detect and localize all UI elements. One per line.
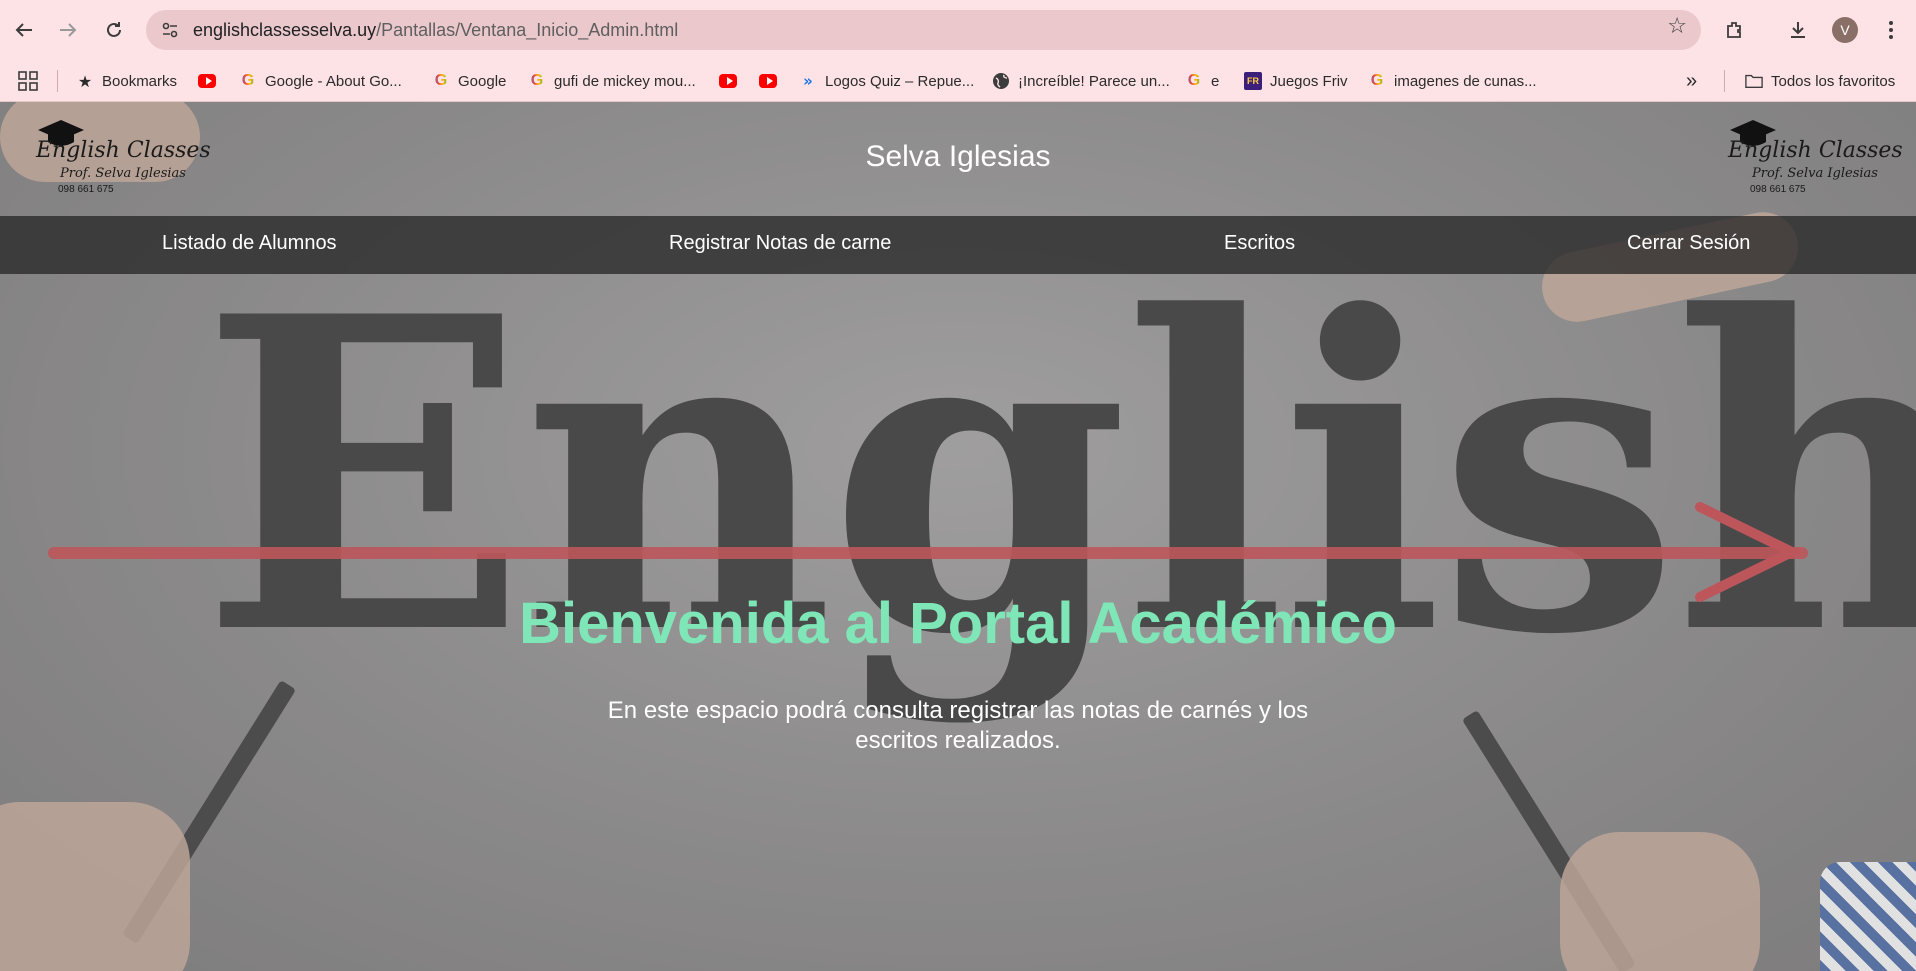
- bookmark-google[interactable]: G Google: [432, 68, 507, 94]
- menu-kebab-icon[interactable]: [1873, 12, 1909, 48]
- bookmark-youtube-2[interactable]: [719, 68, 737, 94]
- reload-icon[interactable]: [96, 12, 132, 48]
- bookmark-label: Juegos Friv: [1270, 72, 1348, 90]
- page-viewport: English English Classes Prof. Selva Igle…: [0, 102, 1916, 971]
- welcome-title: Bienvenida al Portal Académico: [519, 591, 1397, 656]
- site-title: Selva Iglesias: [865, 140, 1051, 173]
- browser-toolbar: englishclassesselva.uy/Pantallas/Ventana…: [0, 0, 1916, 60]
- more-bookmarks-icon[interactable]: »: [1686, 68, 1697, 94]
- nav-registrar-notas[interactable]: Registrar Notas de carne: [669, 232, 891, 255]
- bookmark-label: imagenes de cunas...: [1394, 72, 1537, 90]
- logo-phone: 098 661 675: [1750, 184, 1806, 195]
- youtube-icon: [759, 72, 777, 90]
- bookmark-juegos-friv[interactable]: FR Juegos Friv: [1244, 68, 1348, 94]
- forward-icon[interactable]: [50, 12, 86, 48]
- url-text[interactable]: englishclassesselva.uy/Pantallas/Ventana…: [193, 20, 678, 41]
- bookmark-bookmarks[interactable]: ★ Bookmarks: [76, 68, 177, 94]
- bookmark-increible[interactable]: ¡Increíble! Parece un...: [992, 68, 1170, 94]
- bookmark-gufi[interactable]: G gufi de mickey mou...: [528, 68, 696, 94]
- friv-icon: FR: [1244, 72, 1262, 90]
- google-icon: G: [1368, 72, 1386, 90]
- nav-listado-alumnos[interactable]: Listado de Alumnos: [162, 232, 337, 255]
- chevrons-icon: »: [803, 72, 813, 90]
- folder-icon: [1745, 72, 1763, 90]
- logo-line1: English Classes: [1728, 138, 1903, 163]
- nav-cerrar-sesion[interactable]: Cerrar Sesión: [1627, 232, 1750, 255]
- logo-right[interactable]: English Classes Prof. Selva Iglesias 098…: [1722, 118, 1903, 208]
- bookmarks-separator: [57, 70, 58, 92]
- bookmark-label: gufi de mickey mou...: [554, 72, 696, 90]
- star-icon: ★: [77, 71, 93, 91]
- google-icon: G: [528, 72, 546, 90]
- google-icon: G: [1185, 72, 1203, 90]
- bookmark-label: Bookmarks: [102, 72, 178, 90]
- bookmark-star-icon[interactable]: ☆: [1667, 14, 1687, 39]
- bookmark-label: e: [1211, 72, 1220, 90]
- bookmark-label: Logos Quiz – Repue...: [825, 72, 975, 90]
- site-header: English Classes Prof. Selva Iglesias 098…: [0, 102, 1916, 216]
- bookmarks-separator: [1724, 70, 1725, 92]
- url-path: /Pantallas/Ventana_Inicio_Admin.html: [376, 20, 679, 40]
- profile-avatar[interactable]: V: [1832, 17, 1858, 43]
- main-nav: Listado de Alumnos Registrar Notas de ca…: [0, 216, 1916, 274]
- nav-escritos[interactable]: Escritos: [1224, 232, 1295, 255]
- all-bookmarks-label: Todos los favoritos: [1771, 72, 1896, 90]
- address-bar[interactable]: englishclassesselva.uy/Pantallas/Ventana…: [146, 10, 1701, 50]
- logo-phone: 098 661 675: [58, 184, 114, 195]
- url-host: englishclassesselva.uy: [193, 20, 377, 40]
- bookmark-e[interactable]: G e: [1185, 68, 1220, 94]
- bookmarks-bar: ★ Bookmarks G Google - About Go... G Goo…: [0, 60, 1916, 102]
- bookmark-label: ¡Increíble! Parece un...: [1018, 72, 1170, 90]
- google-icon: G: [432, 72, 450, 90]
- bookmark-logos-quiz[interactable]: » Logos Quiz – Repue...: [799, 68, 974, 94]
- back-icon[interactable]: [6, 12, 42, 48]
- bookmark-imagenes-cunas[interactable]: G imagenes de cunas...: [1368, 68, 1537, 94]
- download-icon[interactable]: [1780, 12, 1816, 48]
- logo-line2: Prof. Selva Iglesias: [1752, 166, 1878, 181]
- intro-text: En este espacio podrá consulta registrar…: [607, 697, 1309, 754]
- all-bookmarks-folder[interactable]: Todos los favoritos: [1745, 68, 1895, 94]
- extensions-icon[interactable]: [1717, 12, 1753, 48]
- globe-icon: [992, 72, 1010, 90]
- youtube-icon: [719, 72, 737, 90]
- bookmark-youtube-1[interactable]: [198, 68, 216, 94]
- apps-icon[interactable]: [18, 68, 38, 94]
- bookmark-google-about[interactable]: G Google - About Go...: [239, 68, 402, 94]
- bookmark-label: Google - About Go...: [265, 72, 402, 90]
- google-icon: G: [239, 72, 257, 90]
- youtube-icon: [198, 72, 216, 90]
- bookmark-label: Google: [458, 72, 507, 90]
- bookmark-youtube-3[interactable]: [759, 68, 777, 94]
- site-info-icon[interactable]: [156, 16, 184, 44]
